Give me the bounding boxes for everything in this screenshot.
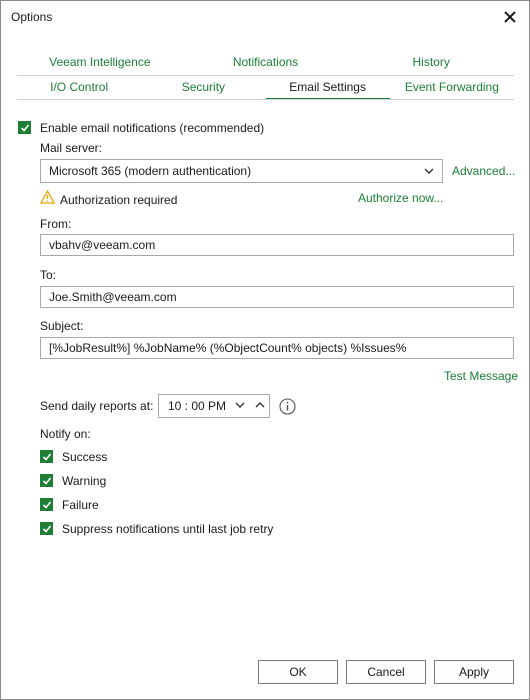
apply-button[interactable]: Apply — [434, 660, 514, 684]
enable-email-checkbox[interactable] — [18, 121, 31, 134]
mail-server-select[interactable]: Microsoft 365 (modern authentication) — [40, 159, 443, 183]
tab-notifications[interactable]: Notifications — [183, 51, 349, 75]
mail-server-value: Microsoft 365 (modern authentication) — [49, 164, 252, 178]
notify-failure-checkbox[interactable] — [40, 498, 53, 511]
tab-io-control[interactable]: I/O Control — [17, 76, 141, 100]
tab-row-bottom: I/O Control Security Email Settings Even… — [17, 75, 514, 100]
tab-divider — [17, 99, 514, 100]
title-bar: Options — [1, 1, 529, 35]
subject-field[interactable]: [%JobResult%] %JobName% (%ObjectCount% o… — [40, 337, 514, 359]
tab-row-top: Veeam Intelligence Notifications History — [17, 51, 514, 75]
options-dialog: Options Veeam Intelligence Notifications… — [0, 0, 530, 700]
chevron-down-icon — [422, 162, 436, 187]
daily-time-picker[interactable]: 10 : 00 PM — [158, 394, 270, 418]
tab-history[interactable]: History — [348, 51, 514, 75]
dialog-title: Options — [11, 10, 53, 24]
auth-status-text: Authorization required — [60, 193, 178, 207]
close-icon — [504, 11, 516, 23]
close-button[interactable] — [497, 5, 523, 29]
notify-warning-label: Warning — [62, 474, 107, 488]
warning-icon — [39, 189, 56, 207]
checkmark-icon — [42, 452, 51, 461]
to-field[interactable]: Joe.Smith@veeam.com — [40, 286, 514, 308]
notify-on-label: Notify on: — [40, 427, 91, 441]
checkmark-icon — [42, 524, 51, 533]
tab-event-forwarding[interactable]: Event Forwarding — [390, 76, 514, 100]
test-message-link[interactable]: Test Message — [444, 369, 518, 383]
to-label: To: — [40, 268, 57, 282]
tab-security[interactable]: Security — [141, 76, 265, 100]
chevron-down-icon — [235, 402, 245, 408]
chevron-up-icon — [255, 402, 265, 408]
notify-success-checkbox[interactable] — [40, 450, 53, 463]
info-icon[interactable] — [279, 398, 296, 418]
cancel-button[interactable]: Cancel — [346, 660, 426, 684]
from-label: From: — [40, 217, 72, 231]
daily-time-value: 10 : 00 PM — [168, 399, 227, 413]
tab-veeam-intelligence[interactable]: Veeam Intelligence — [17, 51, 183, 75]
notify-success-label: Success — [62, 450, 108, 464]
tab-email-settings[interactable]: Email Settings — [265, 76, 390, 100]
mail-server-label: Mail server: — [40, 141, 103, 155]
advanced-link[interactable]: Advanced... — [452, 164, 515, 178]
checkmark-icon — [42, 476, 51, 485]
subject-label: Subject: — [40, 319, 84, 333]
time-increment-button[interactable] — [253, 396, 267, 421]
authorize-link[interactable]: Authorize now... — [358, 191, 443, 205]
from-field[interactable]: vbahv@veeam.com — [40, 234, 514, 256]
notify-failure-label: Failure — [62, 498, 99, 512]
checkmark-icon — [42, 500, 51, 509]
daily-reports-label: Send daily reports at: — [40, 399, 154, 413]
notify-warning-checkbox[interactable] — [40, 474, 53, 487]
suppress-notifications-label: Suppress notifications until last job re… — [62, 522, 274, 536]
time-decrement-button[interactable] — [233, 396, 247, 421]
suppress-notifications-checkbox[interactable] — [40, 522, 53, 535]
ok-button[interactable]: OK — [258, 660, 338, 684]
checkmark-icon — [20, 123, 29, 132]
enable-email-label: Enable email notifications (recommended) — [40, 121, 265, 135]
